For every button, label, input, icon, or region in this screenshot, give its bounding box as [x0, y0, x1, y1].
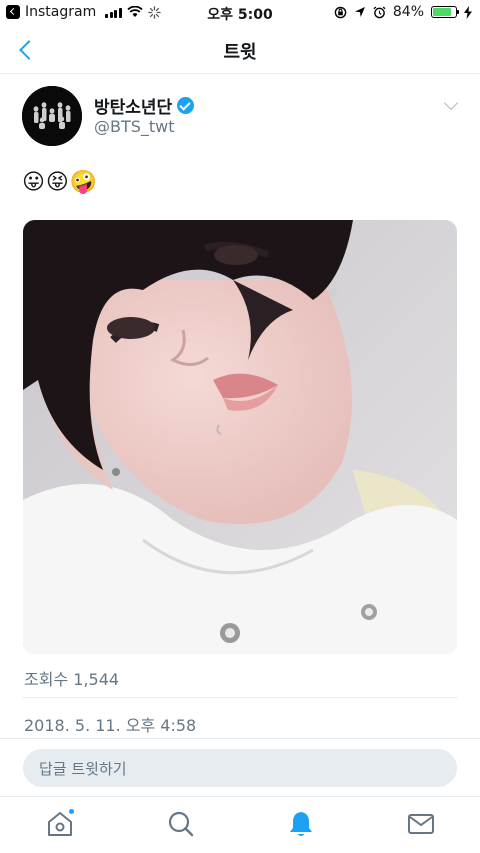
battery-percent: 84% [392, 4, 424, 20]
reply-input[interactable]: 답글 트윗하기 [23, 749, 457, 787]
chevron-down-icon[interactable] [444, 98, 458, 112]
location-icon [354, 7, 365, 17]
author-name-row[interactable]: 방탄소년단 [94, 93, 195, 118]
tab-notifications[interactable] [286, 809, 316, 839]
status-bar: Instagram 오후 5:00 84% [0, 0, 480, 26]
battery-icon [431, 6, 459, 18]
avatar[interactable] [22, 86, 82, 146]
search-icon [168, 811, 194, 837]
author-name[interactable]: 방탄소년단 [94, 93, 172, 118]
messages-icon [408, 814, 434, 834]
avatar-image [22, 86, 82, 146]
new-tweets-dot [68, 808, 75, 815]
nav-header: 트윗 [0, 26, 480, 74]
divider [22, 697, 458, 698]
verified-badge-icon [177, 97, 195, 114]
author-handle[interactable]: @BTS_twt [94, 117, 175, 136]
notifications-icon [290, 812, 312, 836]
page-title: 트윗 [223, 42, 257, 63]
tab-bar [0, 796, 480, 853]
screen-rotation-lock-icon [334, 6, 347, 18]
status-right: 84% [334, 4, 472, 20]
view-count: 조회수 1,544 [24, 670, 120, 689]
tweet-text: 😛😝🤪 [22, 170, 99, 195]
reply-bar: 답글 트윗하기 [0, 738, 480, 794]
battery-level-fill [433, 8, 452, 16]
tweet-media-photo[interactable] [23, 220, 457, 654]
charging-icon [464, 5, 472, 19]
tab-messages[interactable] [406, 809, 436, 839]
tab-home[interactable] [45, 808, 75, 839]
tweet-timestamp: 2018. 5. 11. 오후 4:58 [24, 716, 197, 735]
alarm-icon [373, 5, 386, 18]
photo-image [23, 220, 457, 654]
tab-search[interactable] [166, 809, 196, 839]
